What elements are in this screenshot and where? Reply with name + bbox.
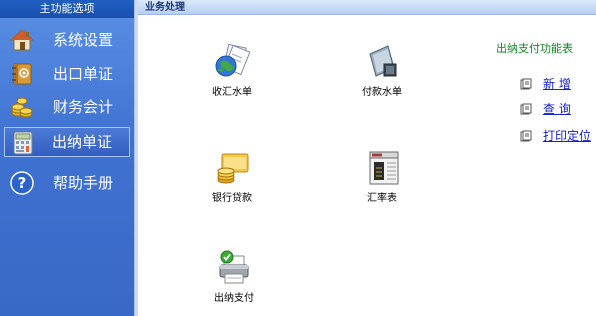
sidebar-item-finance-accounting[interactable]: 财务会计 xyxy=(4,92,130,122)
globe-document-icon xyxy=(215,44,250,77)
sidebar-item-label: 帮助手册 xyxy=(53,174,114,192)
function-link-label: 打印定位 xyxy=(543,129,592,143)
splitter[interactable] xyxy=(134,0,138,316)
bank-loan-icon xyxy=(217,153,249,184)
sidebar-item-cashier-documents[interactable]: 出纳单证 xyxy=(4,127,130,157)
calculator-icon xyxy=(13,131,33,155)
house-icon xyxy=(10,29,34,51)
function-link-label: 新 增 xyxy=(543,77,571,91)
app-window: 主功能选项 系统设置 出口单证 财务会计 出纳单证 ? 帮助手册 业务处理 收汇… xyxy=(0,0,596,316)
page-title: 业务处理 xyxy=(145,2,185,13)
module-label: 付款水单 xyxy=(362,87,402,98)
document-icon xyxy=(520,103,532,115)
module-cashier-payment[interactable]: 出纳支付 xyxy=(194,250,274,310)
sidebar-item-label: 系统设置 xyxy=(53,31,114,49)
main-header: 业务处理 xyxy=(138,0,596,15)
document-icon xyxy=(520,78,532,90)
sidebar-item-label: 出口单证 xyxy=(53,65,114,83)
help-icon: ? xyxy=(10,171,34,195)
coins-icon xyxy=(11,97,33,118)
module-receipt-slip[interactable]: 收汇水单 xyxy=(192,44,272,104)
sidebar-item-system-settings[interactable]: 系统设置 xyxy=(4,25,130,55)
sidebar-item-label: 出纳单证 xyxy=(52,133,113,151)
sidebar-item-export-documents[interactable]: 出口单证 xyxy=(4,59,130,89)
sidebar-item-help-manual[interactable]: ? 帮助手册 xyxy=(4,168,130,198)
function-link-label: 查 询 xyxy=(543,102,571,116)
sidebar: 主功能选项 系统设置 出口单证 财务会计 出纳单证 ? 帮助手册 xyxy=(0,0,134,316)
svg-text:?: ? xyxy=(18,174,27,192)
document-icon xyxy=(520,130,532,142)
module-bank-loan[interactable]: 银行贷款 xyxy=(192,150,272,210)
module-label: 出纳支付 xyxy=(214,293,254,304)
exchange-rate-table-icon xyxy=(369,151,399,185)
module-payment-slip[interactable]: 付款水单 xyxy=(342,44,422,104)
function-panel-title: 出纳支付功能表 xyxy=(496,42,573,55)
module-label: 汇率表 xyxy=(367,193,397,204)
payment-document-icon xyxy=(369,45,397,77)
module-label: 收汇水单 xyxy=(212,87,252,98)
module-label: 银行贷款 xyxy=(212,193,252,204)
sidebar-header: 主功能选项 xyxy=(0,0,134,18)
sidebar-item-label: 财务会计 xyxy=(53,98,114,116)
module-exchange-rate-table[interactable]: 汇率表 xyxy=(342,150,422,210)
address-book-icon xyxy=(12,63,32,85)
printer-check-icon xyxy=(219,250,249,284)
